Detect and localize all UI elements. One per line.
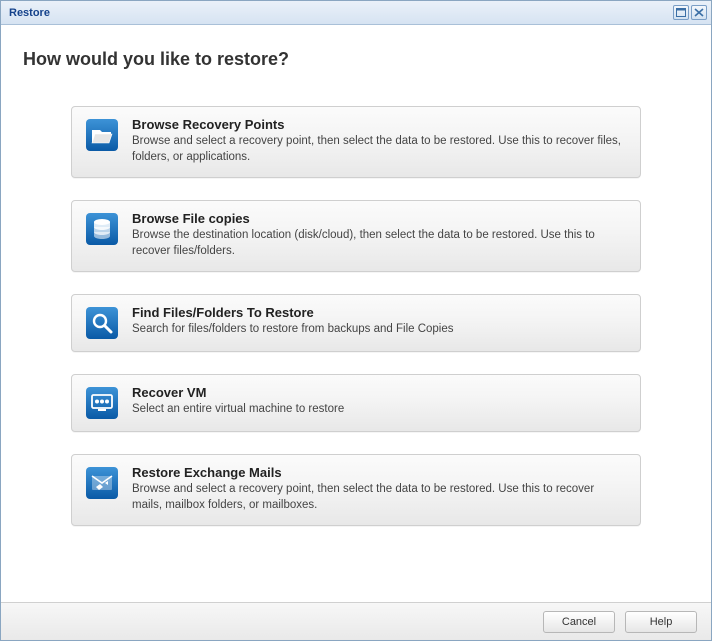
database-icon xyxy=(86,213,118,245)
option-title: Restore Exchange Mails xyxy=(132,465,626,480)
maximize-button[interactable] xyxy=(673,5,689,20)
window-title: Restore xyxy=(9,7,671,19)
option-find-files-folders[interactable]: Find Files/Folders To Restore Search for… xyxy=(71,294,641,352)
restore-options-list: Browse Recovery Points Browse and select… xyxy=(23,106,689,526)
maximize-icon xyxy=(676,8,686,17)
dialog-body: How would you like to restore? Browse Re… xyxy=(1,25,711,601)
close-button[interactable] xyxy=(691,5,707,20)
exchange-icon xyxy=(86,467,118,499)
option-restore-exchange-mails[interactable]: Restore Exchange Mails Browse and select… xyxy=(71,454,641,526)
option-description: Select an entire virtual machine to rest… xyxy=(132,402,626,418)
folder-open-icon xyxy=(86,119,118,151)
option-description: Browse and select a recovery point, then… xyxy=(132,134,626,165)
help-button[interactable]: Help xyxy=(625,611,697,633)
option-browse-file-copies[interactable]: Browse File copies Browse the destinatio… xyxy=(71,200,641,272)
option-title: Find Files/Folders To Restore xyxy=(132,305,626,320)
option-description: Browse the destination location (disk/cl… xyxy=(132,228,626,259)
cancel-button[interactable]: Cancel xyxy=(543,611,615,633)
close-icon xyxy=(694,8,704,17)
title-bar: Restore xyxy=(1,1,711,25)
vm-icon xyxy=(86,387,118,419)
page-title: How would you like to restore? xyxy=(23,49,689,70)
option-description: Search for files/folders to restore from… xyxy=(132,322,626,338)
option-browse-recovery-points[interactable]: Browse Recovery Points Browse and select… xyxy=(71,106,641,178)
option-title: Browse File copies xyxy=(132,211,626,226)
option-description: Browse and select a recovery point, then… xyxy=(132,482,626,513)
dialog-footer: Cancel Help xyxy=(1,602,711,640)
option-recover-vm[interactable]: Recover VM Select an entire virtual mach… xyxy=(71,374,641,432)
option-title: Recover VM xyxy=(132,385,626,400)
search-icon xyxy=(86,307,118,339)
option-title: Browse Recovery Points xyxy=(132,117,626,132)
